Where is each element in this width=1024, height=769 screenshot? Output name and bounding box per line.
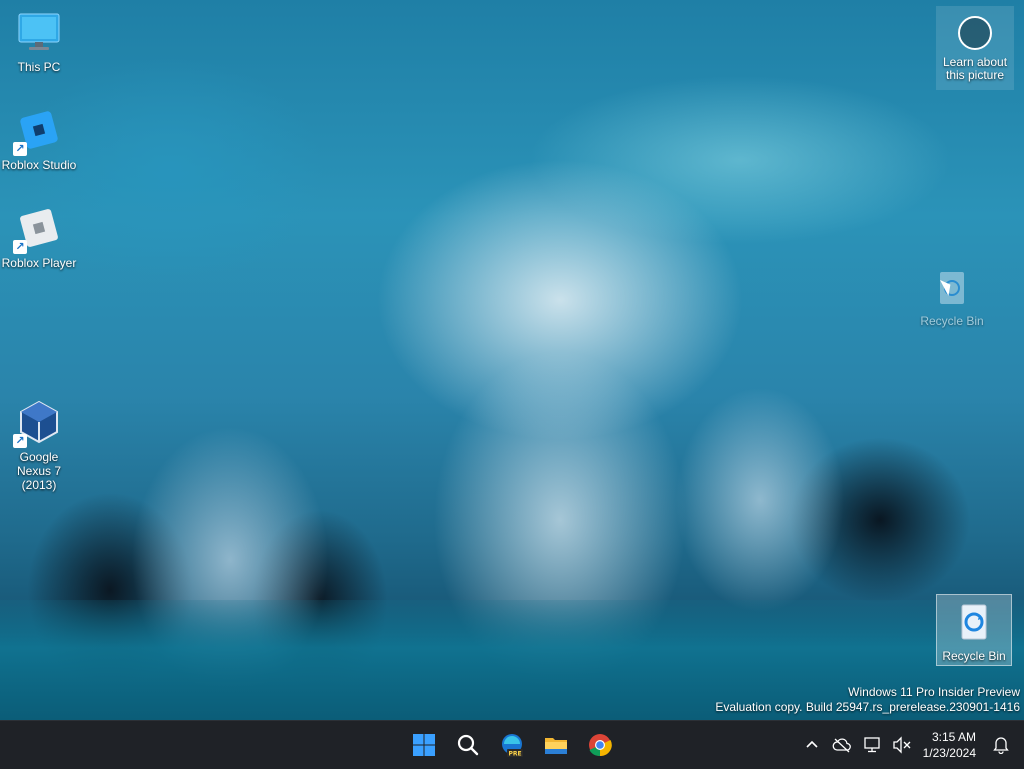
camera-icon bbox=[958, 16, 992, 50]
desktop-wallpaper bbox=[0, 0, 1024, 720]
desktop-icon-recycle-bin[interactable]: Recycle Bin bbox=[936, 594, 1012, 666]
roblox-player-icon: ↗ bbox=[13, 204, 63, 254]
windows-watermark: Windows 11 Pro Insider Preview Evaluatio… bbox=[715, 685, 1020, 715]
notifications-button[interactable] bbox=[986, 725, 1016, 765]
desktop-icon-label: Roblox Player bbox=[1, 256, 77, 270]
search-button[interactable] bbox=[449, 725, 487, 765]
taskbar-apps: PRE bbox=[405, 721, 619, 769]
taskbar: PRE 3:15 AM 1/23/2024 bbox=[0, 720, 1024, 769]
desktop-icon-recycle-bin-drag-ghost: Recycle Bin bbox=[914, 262, 990, 328]
start-button[interactable] bbox=[405, 725, 443, 765]
desktop-icon-label: Recycle Bin bbox=[942, 649, 1006, 663]
desktop-icon-roblox-player[interactable]: ↗ Roblox Player bbox=[1, 204, 77, 270]
virtualbox-icon: ↗ bbox=[13, 398, 63, 448]
network-icon bbox=[863, 737, 880, 753]
learn-about-picture-button[interactable]: Learn about this picture bbox=[936, 6, 1014, 90]
watermark-line-1: Windows 11 Pro Insider Preview bbox=[848, 685, 1020, 699]
volume-button[interactable] bbox=[887, 725, 917, 765]
desktop-icon-label: Roblox Studio bbox=[1, 158, 77, 172]
shortcut-arrow-icon: ↗ bbox=[13, 240, 27, 254]
desktop-icon-label: This PC bbox=[17, 60, 61, 74]
recycle-bin-icon bbox=[950, 597, 998, 645]
taskbar-clock[interactable]: 3:15 AM 1/23/2024 bbox=[917, 729, 986, 761]
desktop-icon-label: Google Nexus 7 (2013) bbox=[16, 450, 62, 492]
system-tray: 3:15 AM 1/23/2024 bbox=[797, 721, 1024, 769]
bell-icon bbox=[993, 737, 1009, 754]
clock-time: 3:15 AM bbox=[931, 730, 976, 744]
chrome-icon bbox=[589, 734, 612, 757]
roblox-studio-icon: ↗ bbox=[13, 106, 63, 156]
cloud-offline-icon bbox=[832, 738, 851, 753]
desktop-icon-roblox-studio[interactable]: ↗ Roblox Studio bbox=[1, 106, 77, 172]
file-explorer-button[interactable] bbox=[537, 725, 575, 765]
learn-about-picture-label: Learn about this picture bbox=[942, 55, 1008, 82]
onedrive-button[interactable] bbox=[827, 725, 857, 765]
shortcut-arrow-icon: ↗ bbox=[13, 142, 27, 156]
svg-text:PRE: PRE bbox=[508, 751, 521, 758]
chrome-button[interactable] bbox=[581, 725, 619, 765]
folder-icon bbox=[545, 738, 567, 754]
show-hidden-icons-button[interactable] bbox=[797, 725, 827, 765]
monitor-icon bbox=[15, 8, 63, 56]
desktop-icon-label: Recycle Bin bbox=[920, 314, 984, 328]
clock-date: 1/23/2024 bbox=[922, 746, 976, 760]
chevron-up-icon bbox=[806, 740, 818, 748]
volume-muted-icon bbox=[892, 736, 911, 754]
desktop-icon-google-nexus[interactable]: ↗ Google Nexus 7 (2013) bbox=[1, 398, 77, 492]
edge-preview-button[interactable]: PRE bbox=[493, 725, 531, 765]
shortcut-arrow-icon: ↗ bbox=[13, 434, 27, 448]
windows-start-icon bbox=[413, 734, 435, 756]
desktop-icon-this-pc[interactable]: This PC bbox=[1, 8, 77, 74]
search-icon bbox=[457, 734, 479, 756]
network-button[interactable] bbox=[857, 725, 887, 765]
recycle-bin-icon bbox=[928, 262, 976, 310]
edge-preview-icon: PRE bbox=[502, 734, 523, 758]
watermark-line-2: Evaluation copy. Build 25947.rs_prerelea… bbox=[715, 700, 1020, 714]
